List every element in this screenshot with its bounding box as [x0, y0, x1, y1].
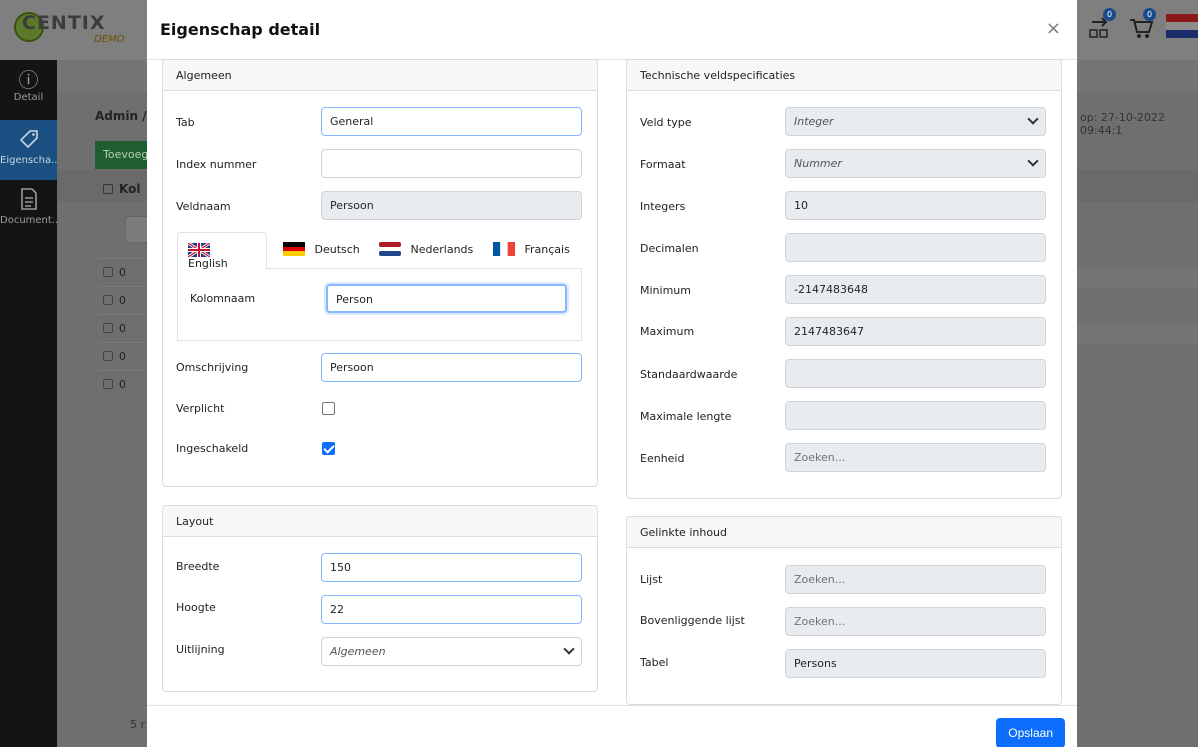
list-search-input[interactable]: Zoeken...: [785, 565, 1046, 594]
format-label: Formaat: [640, 158, 686, 171]
last-modified-text: op: 27-10-2022 09:44:1: [1080, 111, 1165, 137]
column-name-label: Kolomnaam: [190, 292, 256, 305]
chevron-down-icon: [1027, 155, 1039, 167]
unit-label: Eenheid: [640, 452, 685, 465]
uk-flag-icon: [187, 241, 211, 259]
logo-demo: DEMO: [94, 34, 125, 45]
alignment-label: Uitlijning: [176, 643, 225, 656]
alignment-select-value: Algemeen: [330, 645, 386, 658]
default-value-label: Standaardwaarde: [640, 368, 738, 381]
alignment-select[interactable]: Algemeen: [321, 637, 582, 666]
tab-deutsch-label: Deutsch: [314, 243, 360, 256]
tab-input[interactable]: General: [321, 107, 582, 136]
layout-card-header: Layout: [163, 506, 597, 537]
decimals-label: Decimalen: [640, 242, 699, 255]
save-button[interactable]: Opslaan: [996, 718, 1065, 747]
general-card-header: Algemeen: [163, 60, 597, 91]
maximum-label: Maximum: [640, 325, 695, 338]
breadcrumb[interactable]: Admin /: [95, 109, 147, 123]
height-label: Hoogte: [176, 601, 216, 614]
enabled-label: Ingeschakeld: [176, 442, 249, 455]
modal-header: Eigenschap detail ×: [147, 0, 1077, 60]
index-number-input[interactable]: [321, 149, 582, 178]
list-label: Lijst: [640, 573, 663, 586]
field-type-select-value: Integer: [794, 115, 834, 128]
tab-nederlands-label: Nederlands: [410, 243, 474, 256]
modal-footer: Opslaan: [147, 705, 1077, 747]
column-header: Kol: [103, 182, 140, 196]
decimals-input[interactable]: [785, 233, 1046, 262]
parent-list-label: Bovenliggende lijst: [640, 614, 745, 627]
chevron-down-icon: [563, 643, 575, 655]
field-name-label: Veldnaam: [176, 200, 231, 213]
enabled-checkbox[interactable]: [322, 442, 335, 455]
scan-icon[interactable]: 0: [1088, 8, 1116, 44]
parent-list-search-input[interactable]: Zoeken...: [785, 607, 1046, 636]
scan-badge: 0: [1103, 8, 1116, 21]
max-length-input[interactable]: [785, 401, 1046, 430]
pagination-text: 5 r: [130, 718, 146, 731]
linked-content-card-header: Gelinkte inhoud: [627, 517, 1061, 548]
unit-search-input[interactable]: Zoeken...: [785, 443, 1046, 472]
dutch-flag-icon: [378, 241, 402, 257]
field-name-input[interactable]: Persoon: [321, 191, 582, 220]
default-value-input[interactable]: [785, 359, 1046, 388]
tab-nederlands[interactable]: Nederlands: [369, 232, 483, 269]
required-label: Verplicht: [176, 402, 225, 415]
add-button[interactable]: Toevoeg: [95, 141, 155, 169]
index-number-label: Index nummer: [176, 158, 257, 171]
sidebar-item-eigenschappen[interactable]: Eigenscha...: [0, 120, 61, 180]
language-flag-icon[interactable]: [1166, 14, 1198, 38]
chevron-down-icon: [1027, 113, 1039, 125]
modal-title: Eigenschap detail: [160, 20, 321, 39]
field-type-label: Veld type: [640, 116, 692, 129]
french-flag-icon: [493, 241, 515, 257]
tab-english[interactable]: English: [177, 232, 267, 270]
app-logo[interactable]: CENTIX DEMO: [14, 8, 154, 52]
field-type-select[interactable]: Integer: [785, 107, 1046, 136]
sidebar-item-label: Document...: [0, 215, 62, 226]
tag-icon: [0, 128, 57, 155]
background-row-stripe: [1077, 268, 1198, 288]
language-tabs: English Deutsch Nederlands Français: [177, 232, 582, 270]
logo-brand: CENTIX: [22, 12, 106, 34]
width-input[interactable]: 150: [321, 553, 582, 582]
tab-francais-label: Français: [524, 243, 570, 256]
max-length-label: Maximale lengte: [640, 410, 732, 423]
minimum-label: Minimum: [640, 284, 691, 297]
description-label: Omschrijving: [176, 361, 249, 374]
sidebar-item-documenten[interactable]: Document...: [0, 180, 61, 240]
integers-label: Integers: [640, 200, 686, 213]
cart-icon[interactable]: 0: [1128, 8, 1156, 44]
height-input[interactable]: 22: [321, 595, 582, 624]
format-select[interactable]: Nummer: [785, 149, 1046, 178]
integers-input[interactable]: 10: [785, 191, 1046, 220]
sidebar: ⓘ Detail Eigenscha... Document...: [0, 60, 61, 747]
minimum-input[interactable]: -2147483648: [785, 275, 1046, 304]
tab-label: Tab: [176, 116, 195, 129]
column-name-input[interactable]: Person: [326, 284, 567, 313]
tab-francais[interactable]: Français: [483, 232, 580, 269]
close-icon[interactable]: ×: [1046, 20, 1061, 38]
sidebar-item-label: Eigenscha...: [0, 155, 61, 166]
sidebar-item-label: Detail: [13, 92, 44, 103]
width-label: Breedte: [176, 560, 220, 573]
format-select-value: Nummer: [794, 157, 842, 170]
german-flag-icon: [283, 242, 305, 256]
document-icon: [0, 188, 57, 215]
info-icon: ⓘ: [18, 68, 39, 92]
table-label: Tabel: [640, 656, 669, 669]
description-input[interactable]: Persoon: [321, 353, 582, 382]
required-checkbox[interactable]: [322, 402, 335, 415]
technical-specs-card-header: Technische veldspecificaties: [627, 60, 1061, 91]
background-row-stripe: [1077, 324, 1198, 344]
cart-badge: 0: [1143, 8, 1156, 21]
maximum-input[interactable]: 2147483647: [785, 317, 1046, 346]
table-input[interactable]: Persons: [785, 649, 1046, 678]
sidebar-item-detail[interactable]: ⓘ Detail: [0, 60, 57, 120]
tab-deutsch[interactable]: Deutsch: [273, 232, 370, 269]
